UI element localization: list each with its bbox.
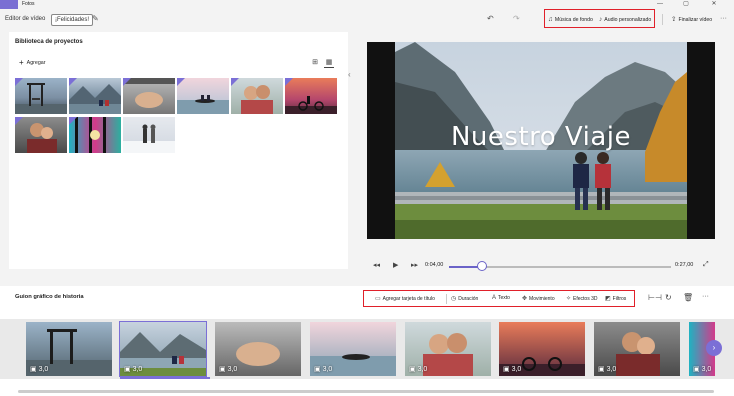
minimize-icon[interactable]: —	[650, 0, 670, 9]
duration-button[interactable]: ◷ Duración	[451, 295, 478, 302]
grid-view-small-icon[interactable]: ▦	[324, 58, 334, 68]
more-options-icon[interactable]: ···	[702, 293, 709, 300]
clip-duration: ▣ 3,0	[30, 366, 49, 373]
motion-button[interactable]: ✥ Movimiento	[522, 295, 555, 302]
tab-video-editor[interactable]: Editor de vídeo	[2, 13, 48, 25]
motion-icon: ✥	[522, 296, 528, 302]
plus-icon: +	[19, 58, 24, 67]
next-frame-icon[interactable]: ▸▸	[411, 261, 418, 269]
delete-icon[interactable]: 🗑	[683, 293, 693, 302]
clip-duration: ▣ 3,0	[219, 366, 238, 373]
selected-corner-marker	[285, 78, 293, 86]
app-icon	[0, 0, 18, 9]
3d-effects-button[interactable]: ✧ Efectos 3D	[566, 295, 598, 302]
storyboard-clip[interactable]: ▣ 3,0	[26, 322, 112, 376]
title-card-icon: ▭	[375, 296, 381, 302]
custom-audio-button[interactable]: ♪ Audio personalizado	[599, 14, 651, 26]
clip-duration: ▣ 3,0	[503, 366, 522, 373]
selected-corner-marker	[231, 78, 239, 86]
library-thumbnail[interactable]	[69, 78, 121, 114]
playback-controls: ◂◂ ▶ ▸▸ 0:04,00 0:27,00 ⤢	[367, 258, 715, 276]
storyboard-panel: Guion gráfico de historia ▭ Agregar tarje…	[0, 286, 734, 396]
snow-walk-photo	[123, 124, 175, 153]
library-thumbnail[interactable]	[15, 78, 67, 114]
undo-icon[interactable]: ↶	[487, 13, 494, 25]
filter-icon: ◩	[605, 296, 611, 302]
selected-corner-marker	[123, 78, 131, 86]
clip-duration: ▣ 3,0	[693, 366, 712, 373]
grid-view-large-icon[interactable]: ⊞	[310, 58, 320, 68]
library-thumbnail[interactable]	[69, 117, 121, 153]
storyboard-clip[interactable]: ▣ 3,0	[499, 322, 585, 376]
selected-clip-indicator	[120, 377, 210, 379]
seek-handle[interactable]	[477, 261, 488, 271]
collapse-panel-icon[interactable]: ‹	[348, 70, 351, 79]
selected-corner-marker	[177, 78, 185, 86]
library-thumbnail[interactable]	[123, 78, 175, 114]
clip-duration: ▣ 3,0	[598, 366, 617, 373]
storyboard-clip-selected[interactable]: ▣ 3,0	[119, 321, 207, 377]
library-thumbnail[interactable]	[285, 78, 337, 114]
selected-corner-marker	[15, 78, 23, 86]
storyboard-clip[interactable]: ▣ 3,0	[215, 322, 301, 376]
rename-pencil-icon[interactable]: ✎	[92, 13, 99, 25]
clip-strip: ▣ 3,0 ▣ 3,0 ▣ 3,0 ▣ 3,0 ▣ 3,0 ▣ 3,0 ▣ 3,…	[0, 319, 734, 379]
divider	[446, 294, 447, 304]
add-media-button[interactable]: + Agregar	[19, 58, 46, 67]
previous-frame-icon[interactable]: ◂◂	[373, 261, 380, 269]
library-title: Biblioteca de proyectos	[15, 39, 83, 45]
export-icon: ⇪	[671, 16, 677, 23]
storyboard-clip[interactable]: ▣ 3,0	[594, 322, 680, 376]
selected-corner-marker	[15, 117, 23, 125]
current-time: 0:04,00	[425, 262, 444, 268]
toolbar: Editor de vídeo ¡Felicidades! ✎ ↶ ↷ ♫ Mús…	[0, 9, 734, 29]
more-options-icon[interactable]: ···	[720, 13, 727, 25]
text-icon: A	[492, 295, 497, 301]
text-button[interactable]: A Texto	[492, 295, 510, 301]
video-preview[interactable]: Nuestro Viaje	[367, 42, 715, 239]
finish-video-button[interactable]: ⇪ Finalizar vídeo	[671, 14, 712, 26]
total-time: 0:27,00	[675, 262, 694, 268]
library-thumbnail[interactable]	[15, 117, 67, 153]
maximize-icon[interactable]: ▢	[676, 0, 696, 9]
library-thumbnail[interactable]	[231, 78, 283, 114]
clip-duration: ▣ 3,0	[124, 366, 143, 373]
library-thumbnail[interactable]	[177, 78, 229, 114]
selected-corner-marker	[69, 78, 77, 86]
redo-icon[interactable]: ↷	[513, 13, 520, 25]
selected-corner-marker	[69, 117, 77, 125]
clip-duration: ▣ 3,0	[409, 366, 428, 373]
play-icon[interactable]: ▶	[393, 261, 398, 269]
video-overlay-title: Nuestro Viaje	[450, 122, 632, 152]
scroll-right-button[interactable]: ›	[706, 340, 722, 356]
storyboard-clip[interactable]: ▣ 3,0	[405, 322, 491, 376]
clip-duration: ▣ 3,0	[314, 366, 333, 373]
clock-icon: ◷	[451, 296, 457, 302]
tab-project-name[interactable]: ¡Felicidades!	[51, 14, 94, 26]
trim-icon[interactable]: ⊢⊣	[648, 293, 662, 302]
storyboard-scrollbar[interactable]	[18, 390, 714, 393]
window-title: Fotos	[22, 1, 35, 7]
close-icon[interactable]: ✕	[704, 0, 724, 9]
rotate-icon[interactable]: ↻	[665, 293, 672, 302]
title-bar: Fotos — ▢ ✕	[0, 0, 734, 9]
add-title-card-button[interactable]: ▭ Agregar tarjeta de título	[375, 295, 435, 302]
sparkle-icon: ✧	[566, 296, 572, 302]
storyboard-clip[interactable]: ▣ 3,0	[310, 322, 396, 376]
storyboard-title: Guion gráfico de historia	[15, 294, 84, 300]
background-music-button[interactable]: ♫ Música de fondo	[548, 14, 593, 26]
music-note-icon: ♫	[548, 16, 553, 23]
filters-button[interactable]: ◩ Filtros	[605, 295, 626, 302]
fullscreen-icon[interactable]: ⤢	[703, 261, 709, 269]
project-library-panel: Biblioteca de proyectos ‹ + Agregar ⊞ ▦	[9, 32, 351, 269]
divider	[662, 14, 663, 25]
library-thumbnail[interactable]	[123, 117, 175, 153]
audio-icon: ♪	[599, 16, 603, 23]
